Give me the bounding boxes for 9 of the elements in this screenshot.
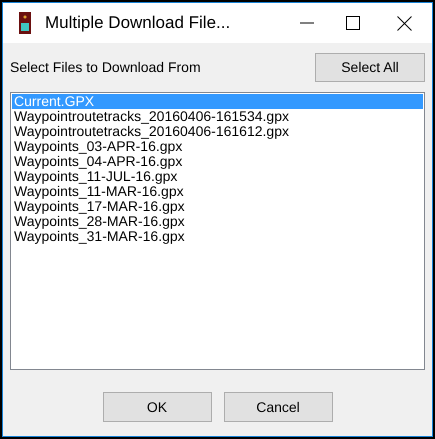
ok-button[interactable]: OK: [102, 392, 212, 422]
maximize-icon: [346, 16, 360, 30]
app-icon: [19, 12, 31, 34]
window-title: Multiple Download File...: [45, 12, 230, 34]
list-label: Select Files to Download From: [10, 58, 201, 77]
cancel-button[interactable]: Cancel: [224, 392, 332, 422]
select-all-button[interactable]: Select All: [315, 53, 425, 82]
minimize-icon: [300, 22, 314, 24]
close-icon: [396, 16, 412, 30]
